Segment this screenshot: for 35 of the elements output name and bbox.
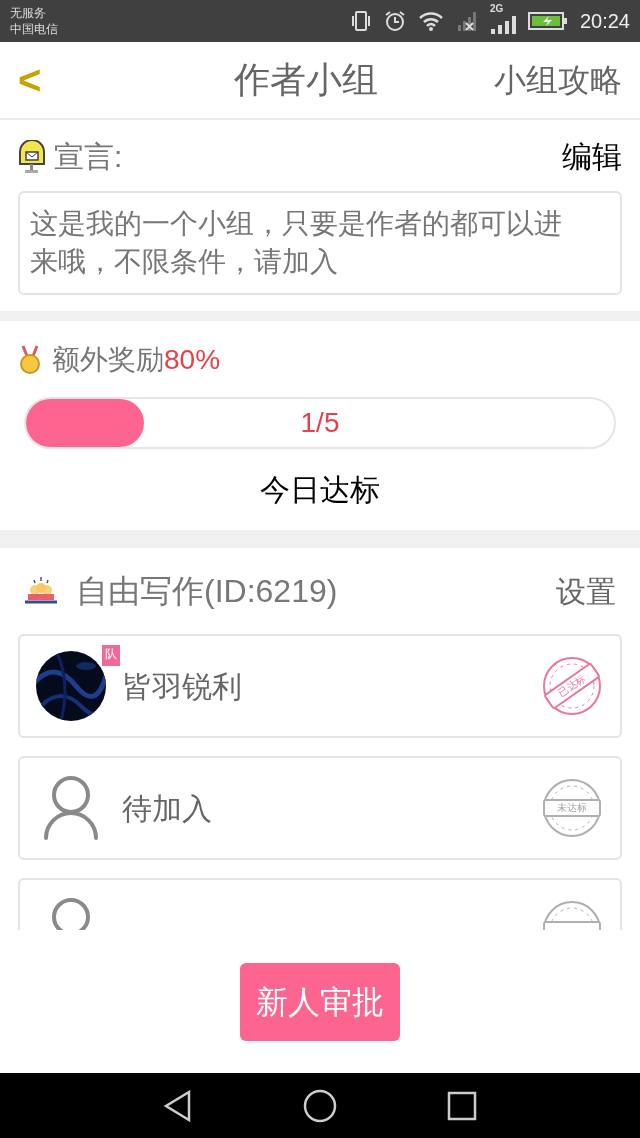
no-signal-icon [455,11,478,31]
person-icon [43,775,99,841]
bonus-value: 80% [164,343,221,377]
page-title: 作者小组 [233,58,379,102]
bonus-label: 额外奖励 [52,343,164,377]
progress-reading: 1/5 [299,406,341,440]
signal-icon [489,16,516,34]
alarm-icon [383,10,406,32]
wifi-icon [417,11,444,31]
member-name: 皆羽锐利 [122,668,243,705]
home-icon[interactable] [303,1088,337,1123]
unreached-stamp: 未达标 [540,776,604,840]
team-icon [24,576,58,606]
group-title: 自由写作(ID:6219) [76,572,339,611]
member-card[interactable]: 队 皆羽锐利 已达标 [18,634,622,738]
back-icon[interactable] [163,1089,193,1122]
reached-stamp: 已达标 [540,654,604,718]
member-name: 待加入 [122,790,213,827]
battery-charging-icon [527,11,568,31]
network-type: 2G [489,4,504,14]
leader-badge: 队 [102,645,120,666]
edit-link[interactable]: 编辑 [562,134,622,179]
settings-link[interactable]: 设置 [556,568,616,614]
group-guide-link[interactable]: 小组攻略 [494,56,622,104]
manifesto-text: 这是我的一个小组，只要是作者的都可以进来哦，不限条件，请加入 [18,191,622,295]
manifesto-label: 宣言: [54,139,124,175]
medal-icon [18,345,42,375]
member-card[interactable]: 待加入 未达标 [18,756,622,860]
recents-icon[interactable] [447,1090,477,1121]
mailbox-icon [18,139,46,174]
status-text: 无服务 [10,5,47,21]
clock-time: 20:24 [579,9,630,34]
carrier-name: 中国电信 [10,21,58,37]
vibrate-icon [349,10,372,32]
progress-caption: 今日达标 [259,472,381,508]
